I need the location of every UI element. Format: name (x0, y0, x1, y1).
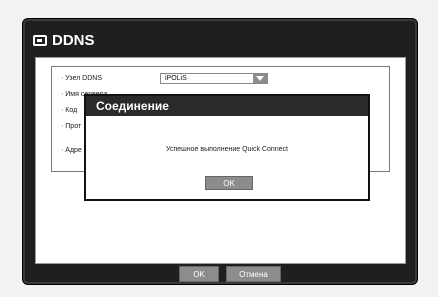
window-title: DDNS (52, 31, 95, 49)
window-title-bar: DDNS (33, 29, 95, 51)
dialog-message: Успешное выполнение Quick Connect (165, 146, 289, 153)
window-icon (33, 34, 47, 46)
connection-dialog: Соединение Успешное выполнение Quick Con… (84, 94, 370, 201)
ddns-host-select[interactable]: iPOLiS (160, 73, 268, 84)
ddns-host-value: iPOLiS (165, 75, 187, 82)
cancel-button[interactable]: Отмена (226, 266, 281, 282)
chevron-down-icon (253, 74, 267, 83)
protocol-label: · Прот (61, 123, 82, 130)
dialog-title: Соединение (86, 96, 368, 116)
dialog-ok-button[interactable]: OK (205, 176, 253, 190)
code-label: · Код (61, 107, 78, 114)
address-label: · Адре (61, 147, 82, 154)
ddns-host-label: · Узел DDNS (61, 75, 102, 82)
ok-button[interactable]: OK (179, 266, 219, 282)
